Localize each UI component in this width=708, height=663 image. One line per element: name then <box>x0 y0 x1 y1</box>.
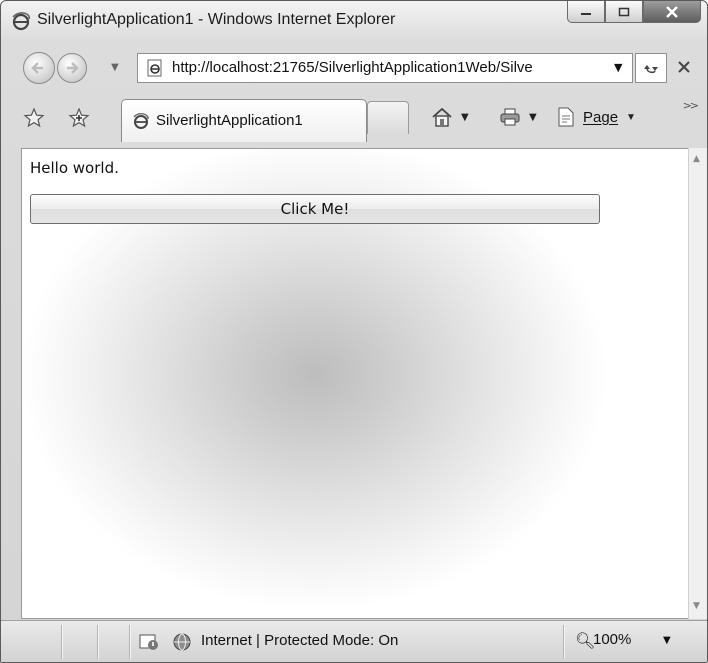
refresh-icon <box>644 65 658 74</box>
stop-icon <box>678 61 690 73</box>
add-favorite-icon[interactable] <box>67 107 91 129</box>
print-dropdown-icon[interactable]: ▼ <box>529 112 537 123</box>
zoom-dropdown-icon[interactable]: ▼ <box>663 635 671 646</box>
back-button[interactable] <box>23 52 55 84</box>
page-dropdown-icon: ▼ <box>626 111 636 123</box>
status-divider <box>61 625 62 659</box>
caption-buttons <box>567 1 701 23</box>
minimize-icon <box>581 12 591 15</box>
favorites-star-icon[interactable] <box>23 107 45 129</box>
scroll-down-icon[interactable]: ▼ <box>693 601 700 611</box>
forward-button[interactable] <box>57 53 87 83</box>
tab-bar: SilverlightApplication1 ▼ ▼ Page ▼ >> <box>1 93 707 145</box>
address-field[interactable]: http://localhost:21765/SilverlightApplic… <box>137 53 633 83</box>
stop-button[interactable] <box>667 53 701 81</box>
globe-icon <box>173 633 191 651</box>
scroll-up-icon[interactable]: ▲ <box>693 154 700 164</box>
page-menu-label: Page <box>583 108 619 126</box>
tab-label: SilverlightApplication1 <box>156 112 303 129</box>
protected-mode-icon[interactable] <box>139 633 159 651</box>
url-text: http://localhost:21765/SilverlightApplic… <box>172 59 533 76</box>
new-tab-button[interactable] <box>367 101 409 134</box>
maximize-button[interactable] <box>605 1 643 23</box>
ie-page-icon <box>133 112 149 129</box>
ie-logo-icon <box>12 12 30 31</box>
recent-pages-dropdown[interactable]: ▼ <box>111 62 119 73</box>
forward-icon <box>67 62 79 74</box>
home-icon <box>432 107 452 127</box>
address-dropdown-icon[interactable]: ▼ <box>614 61 622 74</box>
close-button[interactable] <box>643 1 701 23</box>
security-zone-text: Internet | Protected Mode: On <box>201 632 399 649</box>
minimize-button[interactable] <box>567 1 605 23</box>
more-commands-chevron-icon[interactable]: >> <box>683 99 700 112</box>
tab-silverlight-app[interactable]: SilverlightApplication1 <box>121 99 367 142</box>
page-icon <box>558 107 574 127</box>
window-title: SilverlightApplication1 - Windows Intern… <box>37 11 396 28</box>
status-divider <box>563 625 564 659</box>
title-bar: SilverlightApplication1 - Windows Intern… <box>1 1 707 41</box>
home-button[interactable]: ▼ <box>431 107 469 127</box>
maximize-icon <box>618 7 630 16</box>
print-button[interactable]: ▼ <box>499 107 537 127</box>
page-menu[interactable]: Page ▼ <box>557 107 636 127</box>
status-divider <box>97 625 98 659</box>
page-favicon-icon <box>147 59 162 77</box>
status-divider <box>129 625 130 659</box>
page-content: Hello world. Click Me! <box>21 148 688 619</box>
browser-window: SilverlightApplication1 - Windows Intern… <box>0 0 708 663</box>
home-dropdown-icon[interactable]: ▼ <box>461 112 469 123</box>
refresh-button[interactable] <box>635 53 667 83</box>
close-icon <box>666 5 678 18</box>
status-bar: Internet | Protected Mode: On 🔍︎ 100% ▼ <box>1 620 707 662</box>
address-bar: ▼ http://localhost:21765/SilverlightAppl… <box>1 44 707 90</box>
vertical-scrollbar[interactable]: ▲ ▼ <box>688 148 707 619</box>
greeting-text: Hello world. <box>30 159 119 177</box>
back-icon <box>31 62 43 74</box>
print-icon <box>500 108 520 126</box>
click-me-button[interactable]: Click Me! <box>30 194 600 224</box>
zoom-level[interactable]: 100% <box>593 631 631 648</box>
